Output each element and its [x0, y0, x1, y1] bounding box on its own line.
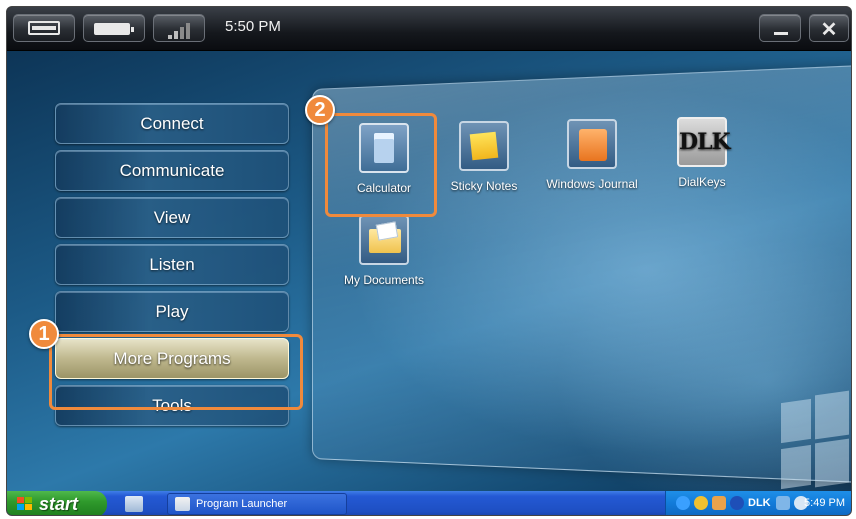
network-icon[interactable] — [694, 496, 708, 510]
task-label: Program Launcher — [196, 498, 287, 510]
program-dialkeys[interactable]: DLK DialKeys — [647, 117, 757, 189]
battery-tray-icon[interactable] — [712, 496, 726, 510]
calculator-highlight — [325, 113, 437, 217]
dialkeys-tray-icon[interactable]: DLK — [748, 497, 771, 509]
program-label: Windows Journal — [546, 177, 637, 191]
program-label: Sticky Notes — [451, 179, 518, 193]
system-tray: DLK 5:49 PM — [665, 491, 852, 516]
battery-button[interactable] — [83, 14, 145, 42]
minimize-icon — [774, 32, 788, 35]
sticky-notes-icon — [459, 121, 509, 171]
taskbar-program-launcher[interactable]: Program Launcher — [167, 493, 347, 515]
chevron-left-icon[interactable] — [676, 496, 690, 510]
taskbar: start Program Launcher DLK 5:49 PM — [7, 491, 852, 516]
minimize-button[interactable] — [759, 14, 801, 42]
menu-item-play[interactable]: Play — [55, 291, 289, 332]
step-2-badge: 2 — [305, 95, 335, 125]
menu-item-listen[interactable]: Listen — [55, 244, 289, 285]
windows-flag-icon — [17, 497, 33, 511]
program-windows-journal[interactable]: Windows Journal — [537, 119, 647, 191]
program-launcher-icon — [175, 497, 190, 511]
screen-settings-button[interactable] — [13, 14, 75, 42]
device-screen: 5:50 PM ✕ Connect Communicate View Liste… — [6, 6, 852, 516]
start-label: start — [39, 494, 78, 514]
quick-launch-icon[interactable] — [125, 496, 143, 512]
step-1-badge: 1 — [29, 319, 59, 349]
menu-item-view[interactable]: View — [55, 197, 289, 238]
signal-button[interactable] — [153, 14, 205, 42]
close-button[interactable]: ✕ — [809, 14, 849, 42]
more-programs-highlight — [49, 334, 303, 410]
status-clock: 5:50 PM — [225, 18, 281, 35]
battery-icon — [94, 23, 130, 35]
program-launcher-desktop: Connect Communicate View Listen Play Mor… — [7, 51, 852, 491]
tray-clock: 5:49 PM — [804, 497, 845, 509]
program-sticky-notes[interactable]: Sticky Notes — [429, 121, 539, 193]
bluetooth-icon[interactable] — [730, 496, 744, 510]
display-tray-icon[interactable] — [776, 496, 790, 510]
top-status-bar: 5:50 PM ✕ — [7, 7, 852, 51]
menu-item-communicate[interactable]: Communicate — [55, 150, 289, 191]
menu-item-connect[interactable]: Connect — [55, 103, 289, 144]
program-label: DialKeys — [678, 175, 725, 189]
signal-strength-icon — [168, 19, 194, 39]
dialkeys-icon: DLK — [677, 117, 727, 167]
start-button[interactable]: start — [7, 491, 107, 516]
program-my-documents[interactable]: My Documents — [329, 215, 439, 287]
close-icon: ✕ — [810, 17, 848, 42]
program-label: My Documents — [344, 273, 424, 287]
journal-icon — [567, 119, 617, 169]
folder-icon — [359, 215, 409, 265]
display-icon — [28, 21, 60, 35]
